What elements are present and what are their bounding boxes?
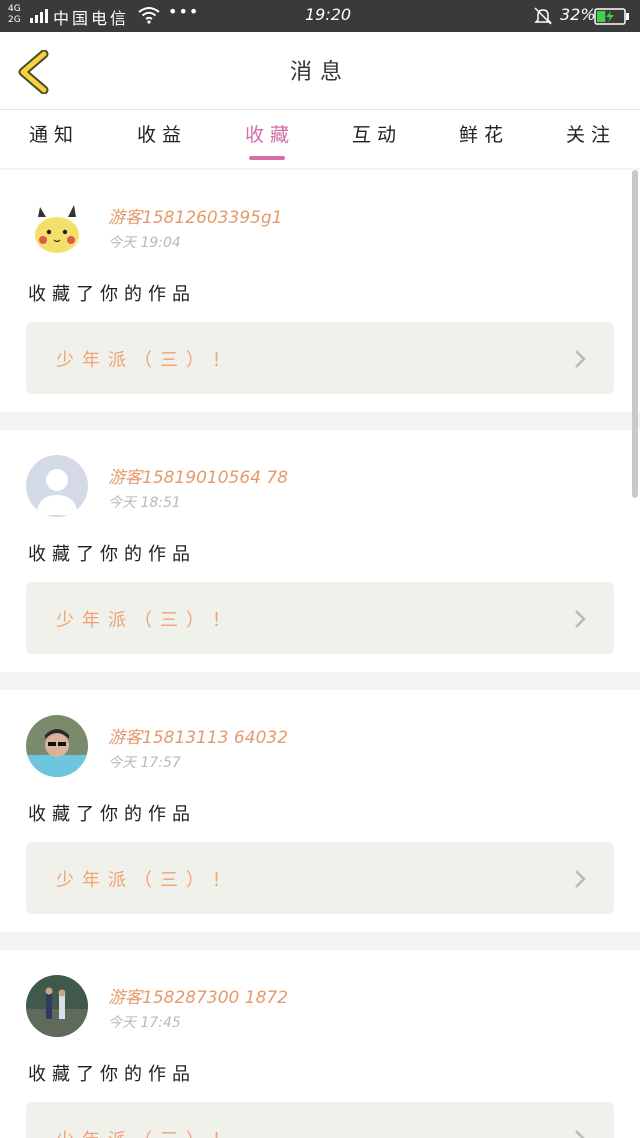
avatar[interactable]: [26, 715, 88, 777]
notification-card[interactable]: 游客15812603395g1 今天 19:04 收藏了你的作品 少年派（三）！: [0, 170, 640, 412]
timestamp: 今天 17:45: [108, 1015, 181, 1031]
chevron-right-icon: [575, 610, 586, 628]
user-name[interactable]: 游客15813113 64032: [108, 723, 288, 748]
scrollbar[interactable]: [632, 170, 638, 498]
work-title: 少年派（三）！: [56, 350, 238, 371]
network-type: 4G 2G: [8, 4, 21, 25]
action-text: 收藏了你的作品: [28, 544, 196, 565]
tab-follow[interactable]: 关注: [566, 120, 616, 147]
action-text: 收藏了你的作品: [28, 284, 196, 305]
status-bar: 4G 2G 中国电信 ••• 19:20 32%: [0, 0, 640, 32]
work-link[interactable]: 少年派（三）！: [26, 1102, 614, 1138]
avatar[interactable]: [26, 195, 88, 257]
user-name[interactable]: 游客158287300 1872: [108, 983, 288, 1008]
tab-favorites[interactable]: 收藏: [245, 120, 295, 147]
avatar[interactable]: [26, 975, 88, 1037]
chevron-right-icon: [575, 870, 586, 888]
timestamp: 今天 17:57: [108, 755, 181, 771]
avatar[interactable]: [26, 455, 88, 517]
wifi-icon: [138, 7, 160, 24]
notification-card[interactable]: 游客15819010564 78 今天 18:51 收藏了你的作品 少年派（三）…: [0, 430, 640, 672]
signal-icon: [30, 7, 48, 23]
clock: 19:20: [305, 5, 352, 24]
more-dots-icon: •••: [168, 2, 200, 21]
work-link[interactable]: 少年派（三）！: [26, 582, 614, 654]
notification-card[interactable]: 游客158287300 1872 今天 17:45 收藏了你的作品 少年派（三）…: [0, 950, 640, 1138]
header: 消息: [0, 32, 640, 110]
work-link[interactable]: 少年派（三）！: [26, 322, 614, 394]
page-title: 消息: [289, 60, 350, 85]
battery-icon: [594, 8, 629, 25]
work-title: 少年派（三）！: [56, 870, 238, 891]
timestamp: 今天 19:04: [108, 235, 181, 251]
tab-interaction[interactable]: 互动: [352, 120, 402, 147]
tab-bar: 通知 收益 收藏 互动 鲜花 关注: [0, 110, 640, 168]
bell-muted-icon: [534, 7, 552, 25]
work-title: 少年派（三）！: [56, 610, 238, 631]
tab-earnings[interactable]: 收益: [137, 120, 187, 147]
work-title: 少年派（三）！: [56, 1126, 238, 1138]
timestamp: 今天 18:51: [108, 495, 181, 511]
action-text: 收藏了你的作品: [28, 1064, 196, 1085]
notification-card[interactable]: 游客15813113 64032 今天 17:57 收藏了你的作品 少年派（三）…: [0, 690, 640, 932]
battery-percent: 32%: [560, 5, 596, 24]
chevron-right-icon: [575, 350, 586, 368]
tab-flowers[interactable]: 鲜花: [459, 120, 509, 147]
chevron-right-icon: [575, 1130, 585, 1138]
carrier-name: 中国电信: [53, 9, 130, 28]
user-name[interactable]: 游客15819010564 78: [108, 463, 288, 488]
action-text: 收藏了你的作品: [28, 804, 196, 825]
user-name[interactable]: 游客15812603395g1: [108, 203, 283, 228]
tab-notice[interactable]: 通知: [29, 120, 79, 147]
work-link[interactable]: 少年派（三）！: [26, 842, 614, 914]
active-tab-indicator: [249, 156, 285, 160]
